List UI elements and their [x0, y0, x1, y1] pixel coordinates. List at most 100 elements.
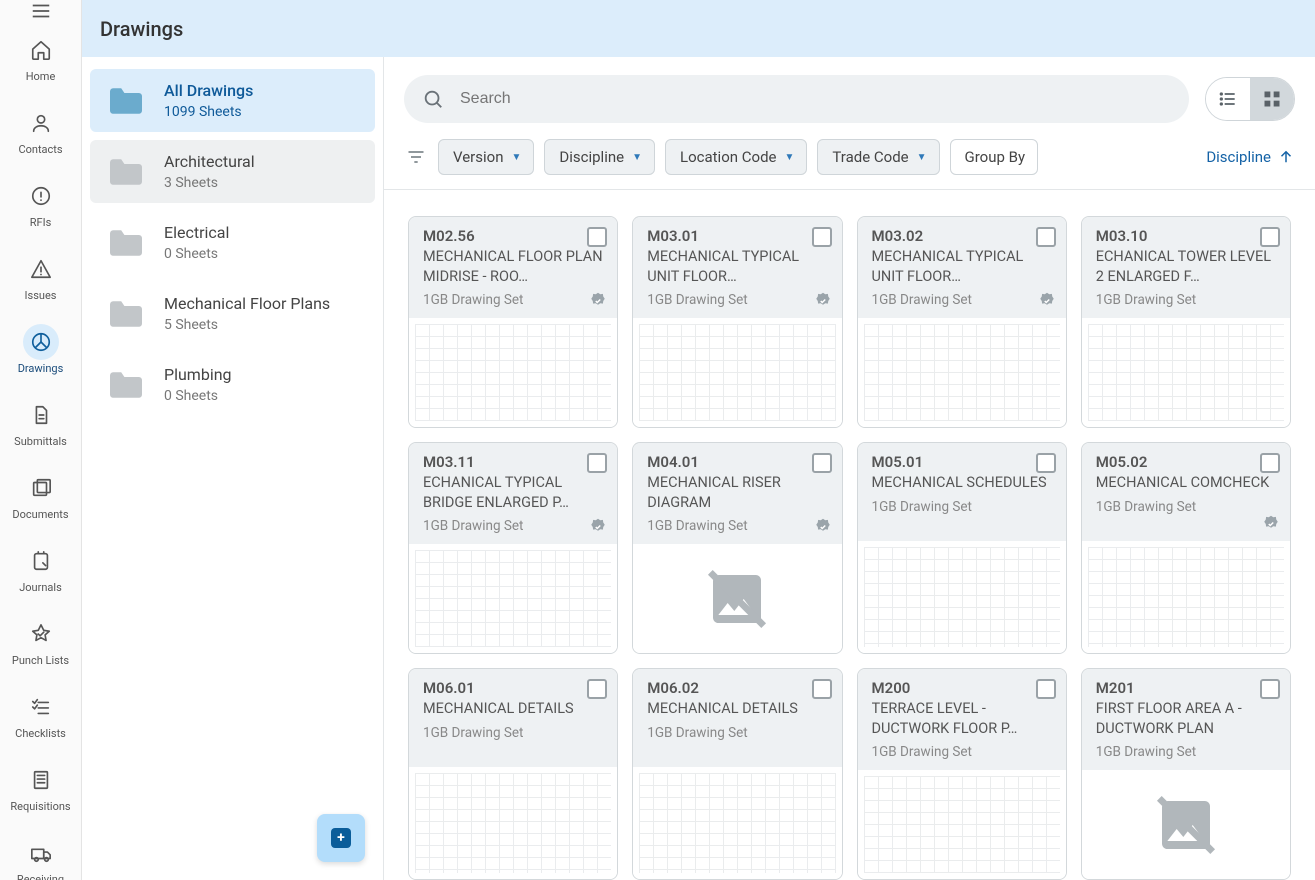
sort-button[interactable]: Discipline	[1206, 148, 1295, 166]
drawing-card[interactable]: M03.11ECHANICAL TYPICAL BRIDGE ENLARGED …	[408, 442, 618, 654]
requisitions-icon	[23, 762, 59, 798]
chevron-down-icon: ▼	[785, 152, 795, 163]
search-input[interactable]	[458, 89, 1171, 109]
chevron-down-icon: ▼	[632, 152, 642, 163]
drawing-card[interactable]: M03.10ECHANICAL TOWER LEVEL 2 ENLARGED F…	[1081, 216, 1291, 428]
card-header: M06.01MECHANICAL DETAILS1GB Drawing Set	[409, 669, 617, 767]
receiving-icon	[23, 835, 59, 871]
select-checkbox[interactable]	[1036, 453, 1056, 473]
nav-item-rfis[interactable]: RFIs	[0, 168, 81, 241]
list-icon	[1218, 89, 1238, 109]
drawing-set: 1GB Drawing Set	[1096, 744, 1278, 760]
folder-name: Plumbing	[164, 365, 232, 384]
journals-icon	[23, 543, 59, 579]
select-checkbox[interactable]	[812, 227, 832, 247]
folder-icon	[104, 367, 148, 403]
drawing-title: MECHANICAL RISER DIAGRAM	[647, 473, 829, 512]
drawing-thumbnail	[409, 318, 617, 427]
card-header: M200TERRACE LEVEL - DUCTWORK FLOOR P…1GB…	[858, 669, 1066, 770]
drawing-card[interactable]: M02.56MECHANICAL FLOOR PLAN MIDRISE - RO…	[408, 216, 618, 428]
search-icon	[422, 88, 444, 110]
add-folder-button[interactable]: +	[317, 814, 365, 862]
drawing-card[interactable]: M06.01MECHANICAL DETAILS1GB Drawing Set	[408, 668, 618, 880]
drawing-card[interactable]: M03.02MECHANICAL TYPICAL UNIT FLOOR…1GB …	[857, 216, 1067, 428]
filter-chip-version[interactable]: Version▼	[438, 139, 534, 175]
drawing-title: MECHANICAL DETAILS	[647, 699, 829, 719]
select-checkbox[interactable]	[587, 679, 607, 699]
nav-item-punch-lists[interactable]: Punch Lists	[0, 606, 81, 679]
drawing-code: M02.56	[423, 227, 605, 245]
nav-label: Documents	[12, 508, 68, 521]
contacts-icon	[23, 105, 59, 141]
drawing-card[interactable]: M04.01MECHANICAL RISER DIAGRAM1GB Drawin…	[632, 442, 842, 654]
select-checkbox[interactable]	[812, 453, 832, 473]
nav-item-documents[interactable]: Documents	[0, 460, 81, 533]
select-checkbox[interactable]	[812, 679, 832, 699]
folder-item[interactable]: Architectural3 Sheets	[90, 140, 375, 203]
drawing-set: 1GB Drawing Set	[423, 518, 605, 534]
card-header: M05.01MECHANICAL SCHEDULES1GB Drawing Se…	[858, 443, 1066, 541]
folder-item[interactable]: Mechanical Floor Plans5 Sheets	[90, 282, 375, 345]
nav-item-journals[interactable]: Journals	[0, 533, 81, 606]
chip-label: Location Code	[680, 148, 777, 166]
filter-chip-trade-code[interactable]: Trade Code▼	[817, 139, 939, 175]
submittals-icon	[23, 397, 59, 433]
view-toggle	[1205, 77, 1295, 121]
menu-button[interactable]	[0, 0, 81, 22]
drawing-card[interactable]: M03.01MECHANICAL TYPICAL UNIT FLOOR…1GB …	[632, 216, 842, 428]
folder-name: Architectural	[164, 152, 255, 171]
nav-label: Drawings	[18, 362, 64, 375]
nav-label: Home	[26, 70, 56, 83]
search-field[interactable]	[404, 75, 1189, 123]
drawing-code: M03.11	[423, 453, 605, 471]
drawing-thumbnail	[633, 767, 841, 879]
drawing-thumbnail	[633, 544, 841, 653]
select-checkbox[interactable]	[1260, 453, 1280, 473]
verified-icon	[1038, 292, 1056, 310]
filter-chip-group-by[interactable]: Group By	[950, 139, 1039, 175]
grid-view-button[interactable]	[1250, 78, 1294, 120]
nav-item-submittals[interactable]: Submittals	[0, 387, 81, 460]
plus-icon: +	[331, 828, 351, 848]
nav-item-requisitions[interactable]: Requisitions	[0, 752, 81, 825]
select-checkbox[interactable]	[1036, 679, 1056, 699]
list-view-button[interactable]	[1206, 78, 1250, 120]
nav-item-drawings[interactable]: Drawings	[0, 314, 81, 387]
drawing-title: MECHANICAL SCHEDULES	[872, 473, 1054, 493]
select-checkbox[interactable]	[1036, 227, 1056, 247]
filter-icon[interactable]	[404, 147, 428, 167]
select-checkbox[interactable]	[587, 227, 607, 247]
folder-name: All Drawings	[164, 81, 253, 100]
nav-item-contacts[interactable]: Contacts	[0, 95, 81, 168]
folder-item[interactable]: Plumbing0 Sheets	[90, 353, 375, 416]
folder-item[interactable]: All Drawings1099 Sheets	[90, 69, 375, 132]
drawing-thumbnail	[1082, 541, 1290, 653]
drawing-code: M05.02	[1096, 453, 1278, 471]
drawing-card[interactable]: M06.02MECHANICAL DETAILS1GB Drawing Set	[632, 668, 842, 880]
nav-item-home[interactable]: Home	[0, 22, 81, 95]
drawing-thumbnail	[858, 770, 1066, 879]
card-header: M05.02MECHANICAL COMCHECK1GB Drawing Set	[1082, 443, 1290, 541]
drawing-card[interactable]: M05.01MECHANICAL SCHEDULES1GB Drawing Se…	[857, 442, 1067, 654]
rfis-icon	[23, 178, 59, 214]
select-checkbox[interactable]	[1260, 227, 1280, 247]
issues-icon	[23, 251, 59, 287]
nav-item-receiving[interactable]: Receiving	[0, 825, 81, 880]
sort-label: Discipline	[1206, 148, 1271, 166]
nav-rail: Home ContactsRFIsIssues Drawings Submittals…	[0, 0, 82, 880]
select-checkbox[interactable]	[587, 453, 607, 473]
folder-item[interactable]: Electrical0 Sheets	[90, 211, 375, 274]
nav-item-issues[interactable]: Issues	[0, 241, 81, 314]
drawing-set: 1GB Drawing Set	[647, 518, 829, 534]
filter-chip-discipline[interactable]: Discipline▼	[544, 139, 655, 175]
select-checkbox[interactable]	[1260, 679, 1280, 699]
drawing-card[interactable]: M200TERRACE LEVEL - DUCTWORK FLOOR P…1GB…	[857, 668, 1067, 880]
nav-item-checklists[interactable]: Checklists	[0, 679, 81, 752]
folder-icon	[104, 296, 148, 332]
drawing-card[interactable]: M201FIRST FLOOR AREA A - DUCTWORK PLAN1G…	[1081, 668, 1291, 880]
card-header: M06.02MECHANICAL DETAILS1GB Drawing Set	[633, 669, 841, 767]
filter-chip-location-code[interactable]: Location Code ▼	[665, 139, 807, 175]
drawing-title: FIRST FLOOR AREA A - DUCTWORK PLAN	[1096, 699, 1278, 738]
drawing-card[interactable]: M05.02MECHANICAL COMCHECK1GB Drawing Set	[1081, 442, 1291, 654]
folder-count: 5 Sheets	[164, 317, 330, 333]
